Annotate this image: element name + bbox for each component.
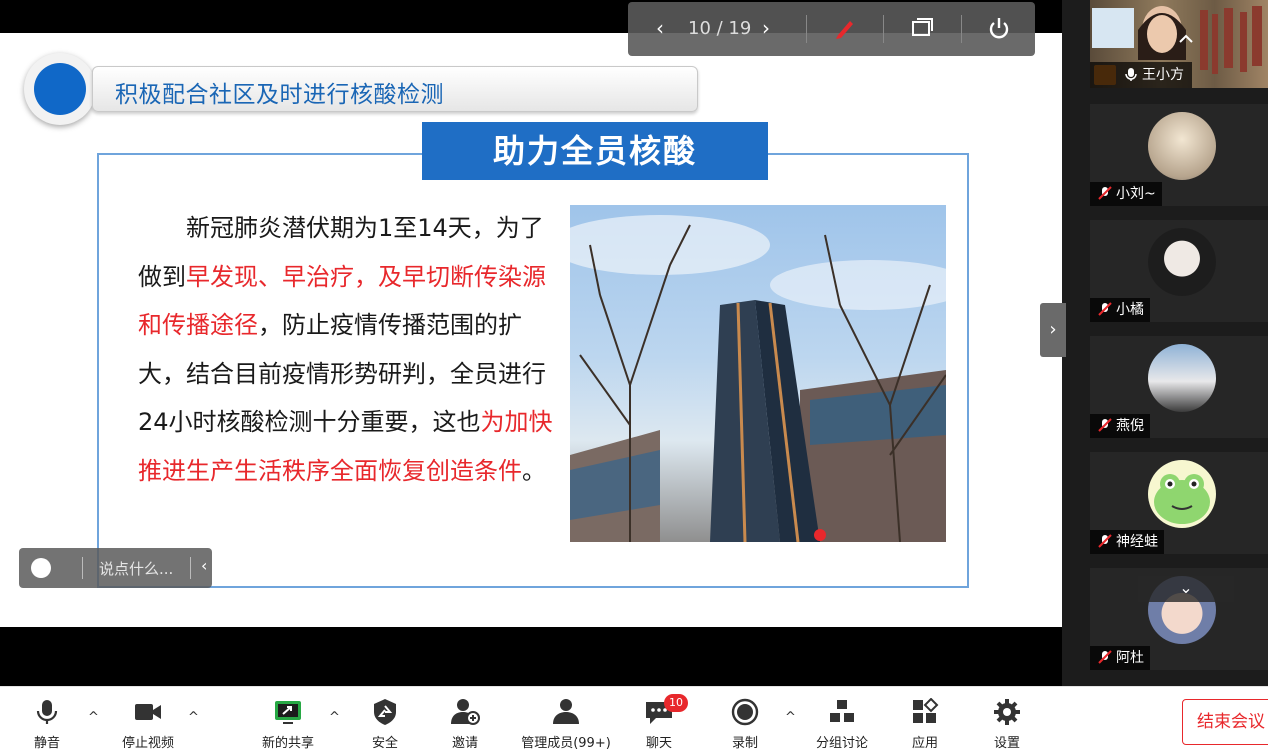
microphone-icon [36,700,58,724]
meeting-window: 积极配合社区及时进行核酸检测 助力全员核酸 新冠肺炎潜伏期为1至14天，为了做到… [0,0,1268,751]
panel-toggle-button[interactable]: › [1040,303,1066,357]
stop-video-button[interactable]: 停止视频 [112,686,184,751]
chat-placeholder[interactable]: 说点什么... [99,558,173,579]
mic-muted-icon [1098,650,1112,664]
user-icon [553,699,579,724]
video-options-chevron-icon[interactable]: ^ [188,710,199,725]
breakout-rooms-button[interactable]: 分组讨论 [806,686,878,751]
apps-button[interactable]: 应用 [902,686,948,751]
new-share-button[interactable]: 新的共享 [252,686,324,751]
participant-tile[interactable]: 小刘~ [1090,104,1268,206]
emoji-icon[interactable] [31,558,51,578]
collapse-chevron-icon[interactable]: ‹ [201,556,207,575]
chat-button[interactable]: 10 聊天 [636,686,688,751]
slide-paragraph: 新冠肺炎潜伏期为1至14天，为了做到早发现、早治疗，及早切断传染源和传播途径，防… [138,204,558,495]
prev-page-button[interactable]: ‹ [656,16,664,40]
participant-tile-video[interactable]: 王小方 [1090,0,1268,88]
mic-muted-icon [1098,534,1112,548]
participant-tile[interactable]: 小橘 [1090,220,1268,322]
participant-tile[interactable]: 神经蛙 [1090,452,1268,554]
gear-icon [994,699,1020,725]
slide-section-title: 积极配合社区及时进行核酸检测 [115,82,444,108]
participant-tile[interactable]: 燕倪 [1090,336,1268,438]
shield-icon [374,699,396,725]
manage-members-button[interactable]: 管理成员(99+) [510,686,622,751]
mic-muted-icon [1098,186,1112,200]
settings-button[interactable]: 设置 [984,686,1030,751]
invite-button[interactable]: 邀请 [442,686,488,751]
stop-share-power-icon[interactable] [986,15,1012,41]
add-user-icon [451,699,480,725]
chat-quick-input[interactable]: 说点什么... ‹ [19,548,212,588]
mute-button[interactable]: 静音 [20,686,74,751]
page-indicator: 10 / 19 [688,18,752,39]
video-camera-icon [135,704,161,720]
window-switch-icon[interactable] [909,15,935,41]
slide-heading: 助力全员核酸 [422,122,768,180]
chat-unread-badge: 10 [664,694,688,712]
para-seg-4: 。 [522,456,546,485]
slide-photo-building [570,205,946,542]
record-icon [731,698,759,726]
mute-options-chevron-icon[interactable]: ^ [88,710,99,725]
scroll-down-chevron-icon[interactable]: ⌄ [1138,576,1234,602]
next-page-button[interactable]: › [762,16,770,40]
slide-circle-decoration [24,53,96,125]
share-options-chevron-icon[interactable]: ^ [329,710,340,725]
apps-grid-icon [913,698,939,723]
share-toolbar: ‹ 10 / 19 › [628,2,1035,56]
end-meeting-button[interactable]: 结束会议 [1182,699,1268,745]
security-button[interactable]: 安全 [362,686,408,751]
mic-muted-icon [1098,302,1112,316]
slide-section-title-bar: 积极配合社区及时进行核酸检测 [92,66,698,112]
mic-icon [1125,68,1137,81]
mic-muted-icon [1098,418,1112,432]
breakout-rooms-icon [830,700,854,722]
participant-name: 王小方 [1090,62,1192,88]
record-button[interactable]: 录制 [722,686,768,751]
annotate-pen-icon[interactable] [832,15,858,41]
share-screen-icon [275,701,301,724]
record-options-chevron-icon[interactable]: ^ [785,710,796,725]
